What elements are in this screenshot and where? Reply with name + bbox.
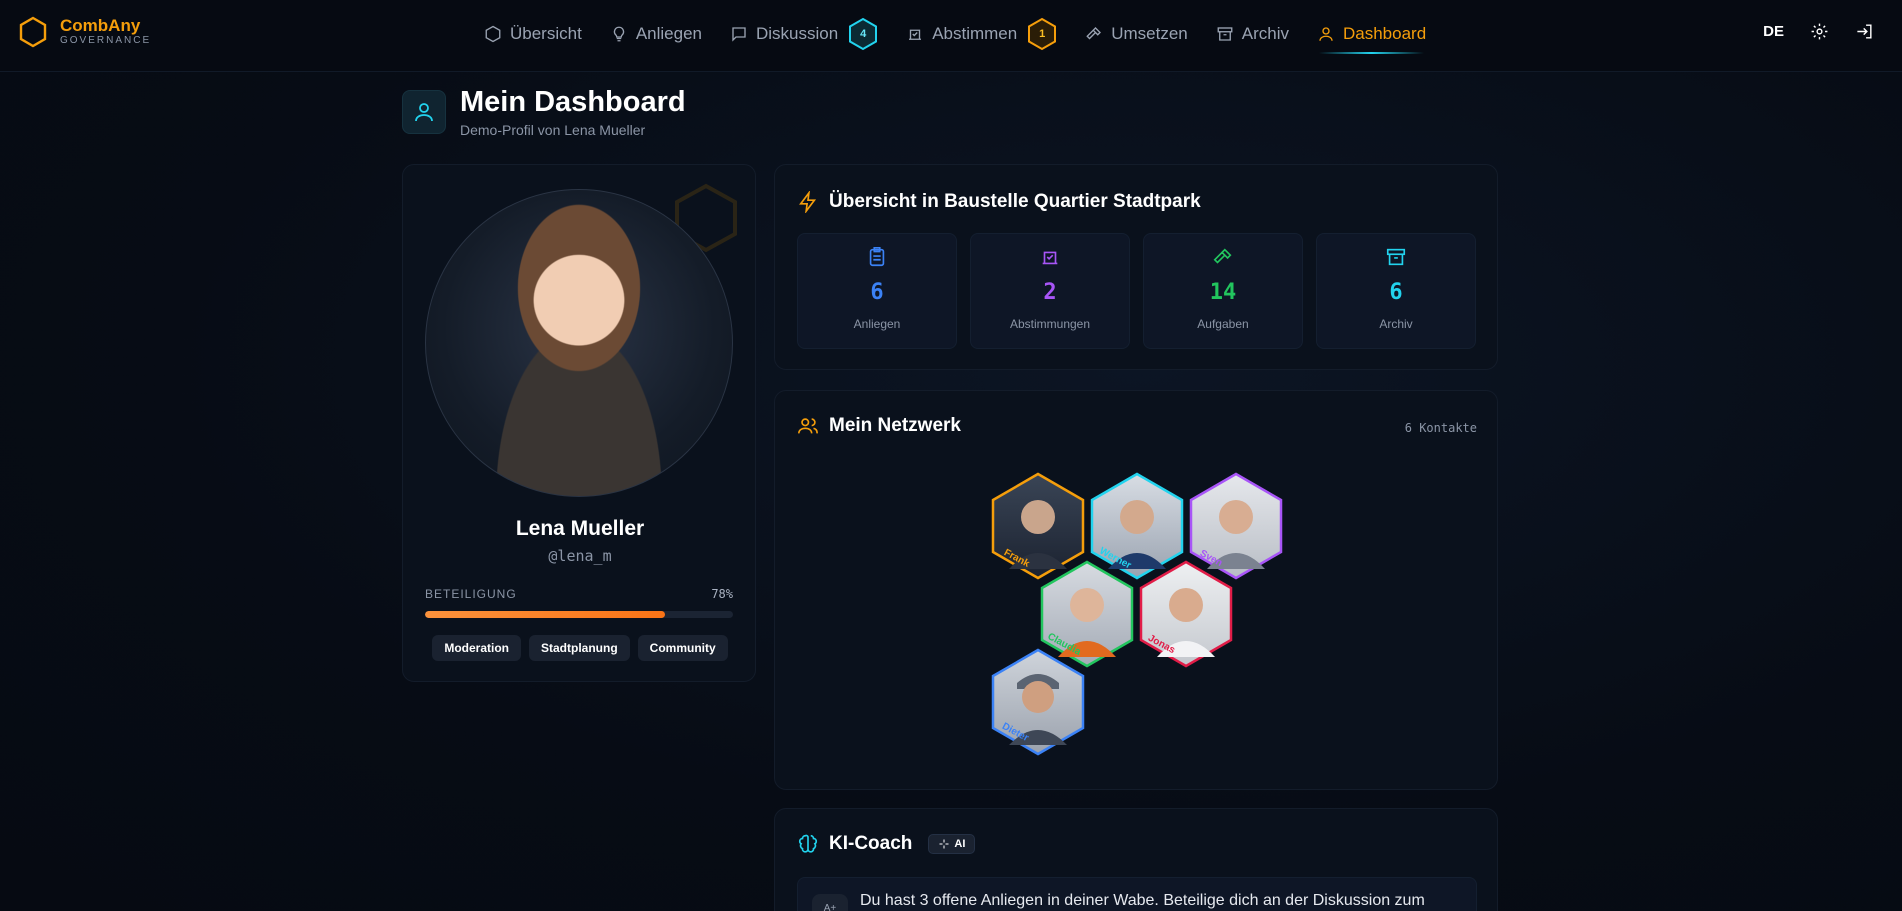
nav-item-diskussion[interactable]: Diskussion 4 [716,0,892,68]
gear-icon[interactable] [1810,22,1829,41]
participation-bar [425,611,733,618]
stat-label: Anliegen [853,317,901,331]
hammer-icon [1086,27,1102,40]
hexagon-icon [485,25,501,43]
network-card: Mein Netzwerk 6 Kontakte Frank Werner Sv… [774,390,1498,790]
hexagon-logo-icon [19,16,47,48]
profile-card: Lena Mueller @lena_m BETEILIGUNG 78% Mod… [402,164,756,682]
participation-row: BETEILIGUNG 78% [425,587,733,601]
coach-title-text: KI-Coach [829,833,913,854]
page-subtitle: Demo-Profil von Lena Mueller [460,122,646,138]
archive-icon [1217,27,1233,41]
page-title: Mein Dashboard [460,86,686,118]
overview-stats: 6 Anliegen 2 Abstimmungen 14 Aufgaben 6 … [797,233,1477,349]
tag-community[interactable]: Community [637,635,728,661]
contact-hex-jonas[interactable]: Jonas [1137,559,1235,669]
tag-moderation[interactable]: Moderation [432,635,521,661]
page-icon [402,90,446,134]
ai-badge: AI [928,834,976,854]
chat-icon [732,27,746,42]
vote-icon [1042,251,1058,265]
user-icon [415,103,433,122]
stat-aufgaben[interactable]: 14 Aufgaben [1143,233,1303,349]
profile-avatar [425,189,733,497]
ai-badge-label: AI [954,838,966,850]
page-header: Mein Dashboard Demo-Profil von Lena Muel… [402,86,686,138]
stat-label: Abstimmungen [1009,317,1091,331]
nav-item-uebersicht[interactable]: Übersicht [470,0,596,68]
nav-label: Abstimmen [932,24,1018,43]
main-nav: Übersicht Anliegen Diskussion 4 Abstimme… [470,0,1440,68]
nav-label: Anliegen [635,24,702,43]
profile-name: Lena Mueller [515,517,645,540]
lightbulb-icon [613,26,624,42]
nav-item-dashboard[interactable]: Dashboard [1303,0,1440,68]
stat-abstimmungen[interactable]: 2 Abstimmungen [970,233,1130,349]
stat-label: Aufgaben [1197,317,1249,331]
network-honeycomb: Frank Werner Sven Claudia Jonas Dieter [775,391,1499,791]
top-right-controls: DE [1763,22,1874,41]
stat-label: Archiv [1379,317,1413,331]
stat-value: 2 [1043,280,1057,305]
nav-label: Übersicht [510,24,582,43]
overview-title-text: Übersicht in Baustelle Quartier Stadtpar… [829,191,1201,212]
stat-archiv[interactable]: 6 Archiv [1316,233,1476,349]
brain-icon [798,834,818,853]
stat-value: 14 [1209,280,1237,305]
coach-message: A+ Du hast 3 offene Anliegen in deiner W… [797,877,1477,911]
nav-label: Diskussion [755,24,839,43]
participation-value: 78% [711,587,733,601]
coach-avatar: A+ [812,894,848,911]
stat-value: 6 [870,280,884,305]
user-icon [1319,27,1333,41]
coach-title: KI-Coach AI [797,833,976,855]
nav-label: Archiv [1241,24,1289,43]
nav-label: Umsetzen [1111,24,1188,43]
brand-logo[interactable]: CombAny GOVERNANCE [18,16,151,48]
nav-item-archiv[interactable]: Archiv [1202,0,1303,68]
profile-tags: Moderation Stadtplanung Community [403,635,755,661]
hammer-icon [1213,248,1232,264]
ki-coach-card: KI-Coach AI A+ Du hast 3 offene Anliegen… [774,808,1498,911]
participation-label: BETEILIGUNG [425,587,517,601]
nav-item-abstimmen[interactable]: Abstimmen 1 [892,0,1071,68]
clipboard-icon [869,247,885,267]
stat-value: 6 [1389,280,1403,305]
abstimmen-count-badge: 1 [1027,17,1057,51]
contact-hex-dieter[interactable]: Dieter [989,647,1087,757]
tag-stadtplanung[interactable]: Stadtplanung [529,635,630,661]
overview-card: Übersicht in Baustelle Quartier Stadtpar… [774,164,1498,370]
coach-message-text: Du hast 3 offene Anliegen in deiner Wabe… [860,892,1425,909]
diskussion-count-badge: 4 [848,17,878,51]
lightning-icon [799,191,817,213]
nav-label: Dashboard [1342,24,1427,43]
overview-title: Übersicht in Baustelle Quartier Stadtpar… [797,191,1201,213]
participation-bar-fill [425,611,666,618]
brand-name: CombAny [60,16,141,35]
nav-item-anliegen[interactable]: Anliegen [596,0,716,68]
language-switch[interactable]: DE [1763,23,1784,40]
logout-icon[interactable] [1855,22,1874,41]
profile-handle: @lena_m [548,547,612,565]
top-navigation-bar: CombAny GOVERNANCE Übersicht Anliegen Di… [0,0,1902,72]
sparkle-icon [939,839,949,849]
stat-anliegen[interactable]: 6 Anliegen [797,233,957,349]
brand-subtitle: GOVERNANCE [60,35,152,46]
nav-item-umsetzen[interactable]: Umsetzen [1071,0,1202,68]
archive-icon [1386,248,1406,266]
vote-icon [909,29,922,40]
